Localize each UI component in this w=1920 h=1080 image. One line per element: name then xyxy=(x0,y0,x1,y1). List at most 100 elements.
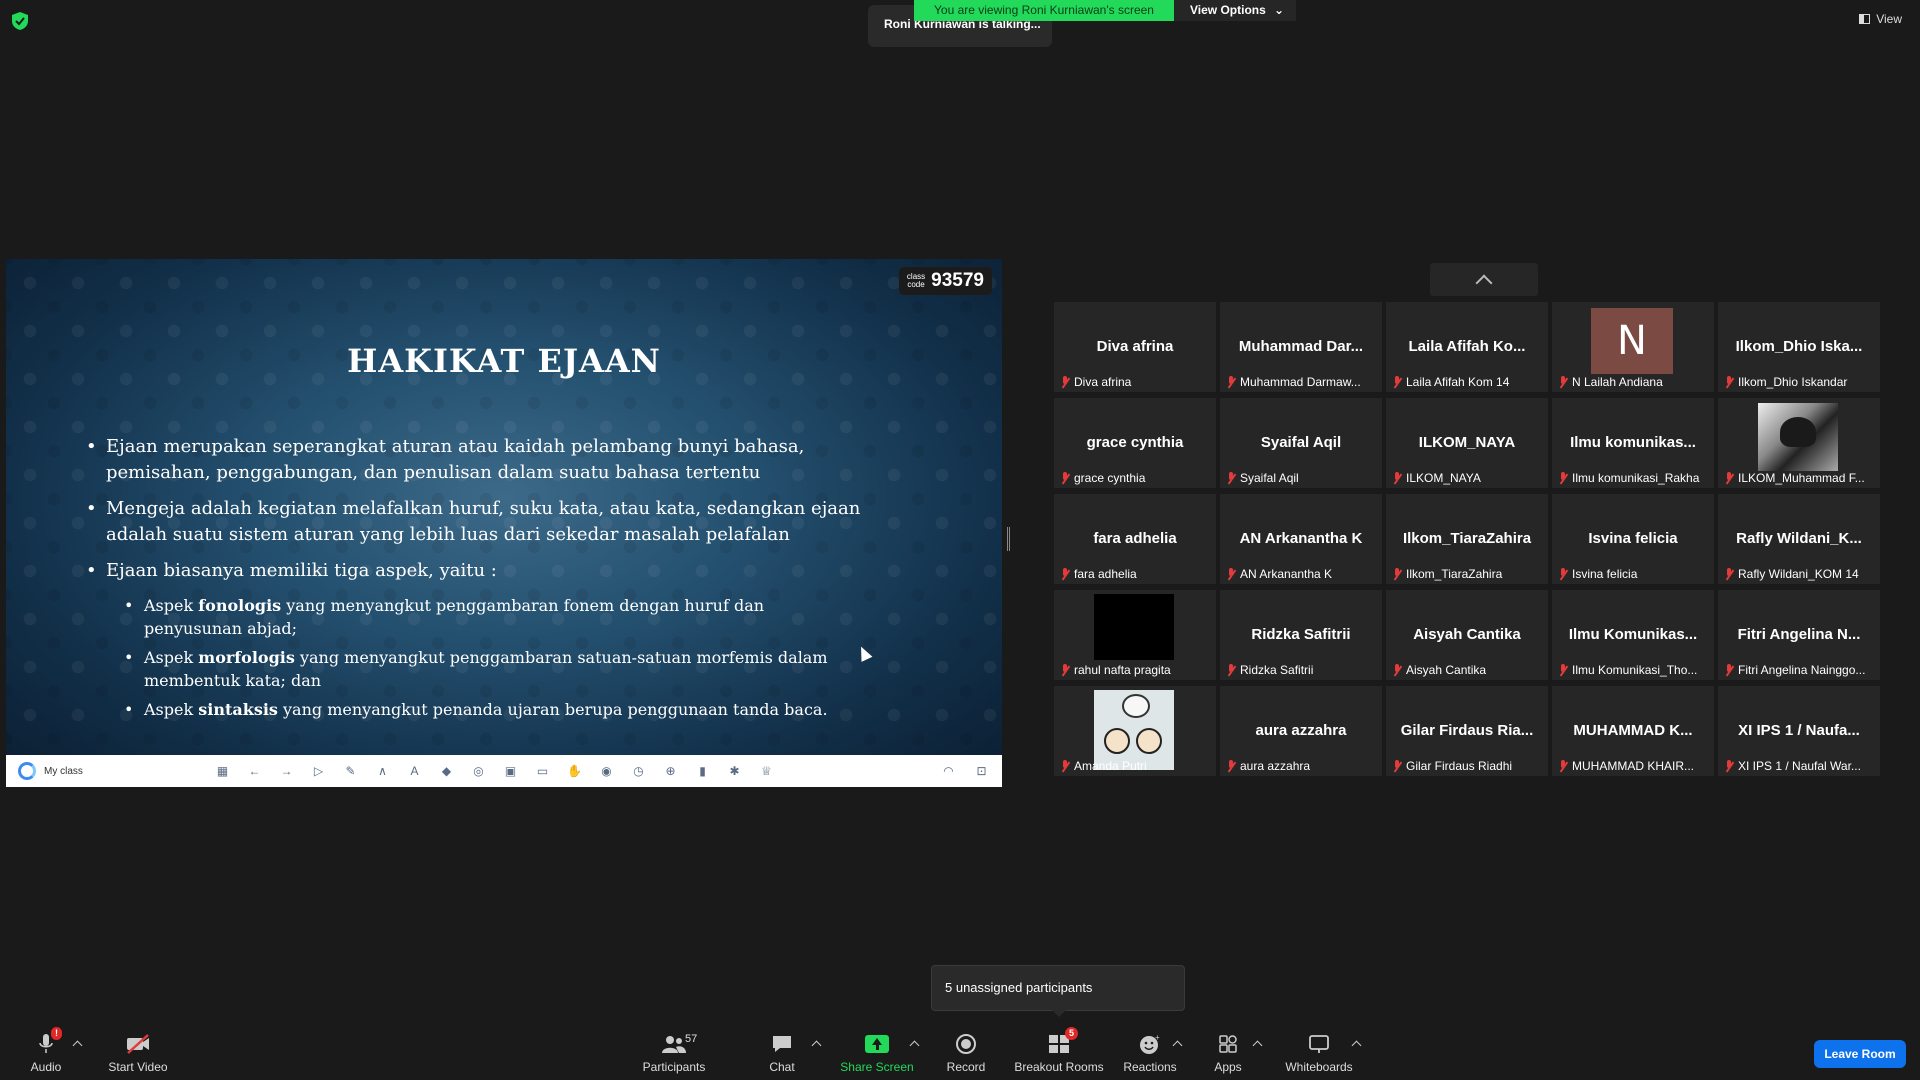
participant-name: MUHAMMAD KHAIR... xyxy=(1572,759,1695,773)
participant-tile[interactable]: Amanda Putri xyxy=(1054,686,1216,776)
resize-handle[interactable] xyxy=(1007,527,1010,551)
participant-tile[interactable]: AN Arkanantha K AN Arkanantha K xyxy=(1220,494,1382,584)
shapes-icon[interactable]: ◎ xyxy=(470,763,487,779)
muted-mic-icon xyxy=(1392,664,1402,676)
participant-tile[interactable]: Fitri Angelina N... Fitri Angelina Naingg… xyxy=(1718,590,1880,680)
muted-mic-icon xyxy=(1724,472,1734,484)
participant-display-name: MUHAMMAD K... xyxy=(1573,722,1693,739)
muted-mic-icon xyxy=(1060,472,1070,484)
participant-tile[interactable]: Ilkom_TiaraZahira Ilkom_TiaraZahira xyxy=(1386,494,1548,584)
chat-button[interactable]: Chat xyxy=(767,1024,797,1080)
screen-share-banner: You are viewing Roni Kurniawan's screen … xyxy=(914,0,1296,21)
participants-button[interactable]: 57 Participants xyxy=(640,1024,708,1080)
ai-icon[interactable]: ◉ xyxy=(598,763,615,779)
timer-icon[interactable]: ◷ xyxy=(630,763,647,779)
participant-name: Ilkom_Dhio Iskandar xyxy=(1738,375,1848,389)
participant-tile[interactable]: NN Lailah Andiana xyxy=(1552,302,1714,392)
participant-tile[interactable]: Syaifal Aqil Syaifal Aqil xyxy=(1220,398,1382,488)
breakout-rooms-button[interactable]: 5 Breakout Rooms xyxy=(1012,1024,1106,1080)
leave-room-button[interactable]: Leave Room xyxy=(1814,1040,1906,1068)
pen-icon[interactable]: ✎ xyxy=(342,763,359,779)
participant-name: grace cynthia xyxy=(1074,471,1146,485)
arrow-left-icon[interactable]: ← xyxy=(246,763,263,779)
pointer-icon[interactable]: ▷ xyxy=(310,763,327,779)
participant-display-name: Syaifal Aqil xyxy=(1260,434,1342,451)
participant-tile[interactable]: Muhammad Dar... Muhammad Darmaw... xyxy=(1220,302,1382,392)
reactions-button[interactable]: + Reactions xyxy=(1122,1024,1178,1080)
classpoint-toolbar: My class ▦ ← → ▷ ✎ ∧ A ◆ ◎ ▣ ▭ ✋ ◉ ◷ ⊕ ▮… xyxy=(6,755,1002,787)
record-button[interactable]: Record xyxy=(944,1024,988,1080)
participant-display-name: Gilar Firdaus Ria... xyxy=(1400,722,1534,739)
arrow-right-icon[interactable]: → xyxy=(278,763,295,779)
classpoint-logo-icon[interactable] xyxy=(18,762,36,780)
participant-tile[interactable]: Isvina felicia Isvina felicia xyxy=(1552,494,1714,584)
participant-name-label: Syaifal Aqil xyxy=(1222,470,1303,486)
participant-tile[interactable]: MUHAMMAD K... MUHAMMAD KHAIR... xyxy=(1552,686,1714,776)
random-icon[interactable]: ✱ xyxy=(726,763,743,779)
eraser-icon[interactable]: ◆ xyxy=(438,763,455,779)
participant-name-label: Fitri Angelina Nainggo... xyxy=(1720,662,1869,678)
participant-display-name: ILKOM_NAYA xyxy=(1418,434,1516,451)
slide-bullets: Ejaan merupakan seperangkat aturan atau … xyxy=(86,434,926,727)
participant-name-label: Ilkom_Dhio Iskandar xyxy=(1720,374,1851,390)
whiteboard-icon xyxy=(1309,1035,1329,1053)
participant-display-name: XI IPS 1 / Naufa... xyxy=(1738,722,1860,739)
participant-name: Amanda Putri xyxy=(1074,759,1147,773)
participant-name-label: Ilmu Komunikasi_Tho... xyxy=(1554,662,1701,678)
audio-options-caret-icon[interactable] xyxy=(72,1040,83,1051)
participant-tile[interactable]: Laila Afifah Ko... Laila Afifah Kom 14 xyxy=(1386,302,1548,392)
participant-display-name: Diva afrina xyxy=(1096,338,1174,355)
avatar xyxy=(1758,403,1838,471)
hand-icon[interactable]: ✋ xyxy=(566,763,583,779)
participant-tile[interactable]: grace cynthia grace cynthia xyxy=(1054,398,1216,488)
apps-label: Apps xyxy=(1214,1060,1242,1074)
participant-tile[interactable]: ILKOM_Muhammad F... xyxy=(1718,398,1880,488)
view-options-button[interactable]: View Options ⌄ xyxy=(1174,0,1296,21)
participant-tile[interactable]: Rafly Wildani_K... Rafly Wildani_KOM 14 xyxy=(1718,494,1880,584)
web-icon[interactable]: ⊕ xyxy=(662,763,679,779)
participant-tile[interactable]: Ilmu komunikas... Ilmu komunikasi_Rakha xyxy=(1552,398,1714,488)
whiteboards-button[interactable]: Whiteboards xyxy=(1283,1024,1355,1080)
shared-screen[interactable]: class code 93579 HAKIKAT EJAAN Ejaan mer… xyxy=(6,259,1002,787)
participant-tile[interactable]: Diva afrina Diva afrina xyxy=(1054,302,1216,392)
view-label: View xyxy=(1876,12,1902,26)
participant-name: Muhammad Darmaw... xyxy=(1240,375,1361,389)
trophy-icon[interactable]: ♕ xyxy=(758,763,775,779)
participant-tile[interactable]: Ilmu Komunikas... Ilmu Komunikasi_Tho... xyxy=(1552,590,1714,680)
highlighter-icon[interactable]: ∧ xyxy=(374,763,391,779)
participant-name-label: MUHAMMAD KHAIR... xyxy=(1554,758,1698,774)
apps-options-caret-icon[interactable] xyxy=(1252,1040,1263,1051)
exit-icon[interactable]: ⊡ xyxy=(973,763,990,779)
textbox-icon[interactable]: ▣ xyxy=(502,763,519,779)
slide-title: HAKIKAT EJAAN xyxy=(347,342,661,380)
visibility-icon[interactable]: ◠ xyxy=(940,763,957,779)
participant-tile[interactable]: Ilkom_Dhio Iska... Ilkom_Dhio Iskandar xyxy=(1718,302,1880,392)
participant-tile[interactable]: Gilar Firdaus Ria... Gilar Firdaus Riadhi xyxy=(1386,686,1548,776)
participant-tile[interactable]: XI IPS 1 / Naufa... XI IPS 1 / Naufal War… xyxy=(1718,686,1880,776)
participant-tile[interactable]: Aisyah Cantika Aisyah Cantika xyxy=(1386,590,1548,680)
participant-tile[interactable]: aura azzahra aura azzahra xyxy=(1220,686,1382,776)
gallery-page-up-button[interactable] xyxy=(1430,263,1538,296)
participant-name: Gilar Firdaus Riadhi xyxy=(1406,759,1513,773)
text-pen-icon[interactable]: A xyxy=(406,763,423,779)
chart-icon[interactable]: ▮ xyxy=(694,763,711,779)
participant-name: fara adhelia xyxy=(1074,567,1137,581)
participant-tile[interactable]: rahul nafta pragita xyxy=(1054,590,1216,680)
share-screen-button[interactable]: Share Screen xyxy=(840,1024,914,1080)
view-button[interactable]: View xyxy=(1859,12,1902,26)
participant-name-label: Diva afrina xyxy=(1056,374,1135,390)
whiteboard-icon[interactable]: ▭ xyxy=(534,763,551,779)
encryption-shield-icon[interactable] xyxy=(12,12,28,30)
sub-bullet-item: Aspek sintaksis yang menyangkut penanda … xyxy=(124,698,854,721)
participant-display-name: Aisyah Cantika xyxy=(1413,626,1521,643)
participant-tile[interactable]: fara adhelia fara adhelia xyxy=(1054,494,1216,584)
audio-button[interactable]: ! Audio xyxy=(28,1024,64,1080)
grid-icon[interactable]: ▦ xyxy=(214,763,231,779)
participant-tile[interactable]: Ridzka Safitrii Ridzka Safitrii xyxy=(1220,590,1382,680)
muted-mic-icon xyxy=(1724,568,1734,580)
participant-tile[interactable]: ILKOM_NAYA ILKOM_NAYA xyxy=(1386,398,1548,488)
chat-options-caret-icon[interactable] xyxy=(811,1040,822,1051)
apps-button[interactable]: Apps xyxy=(1212,1024,1244,1080)
start-video-button[interactable]: Start Video xyxy=(104,1024,172,1080)
my-class-label[interactable]: My class xyxy=(44,766,194,777)
